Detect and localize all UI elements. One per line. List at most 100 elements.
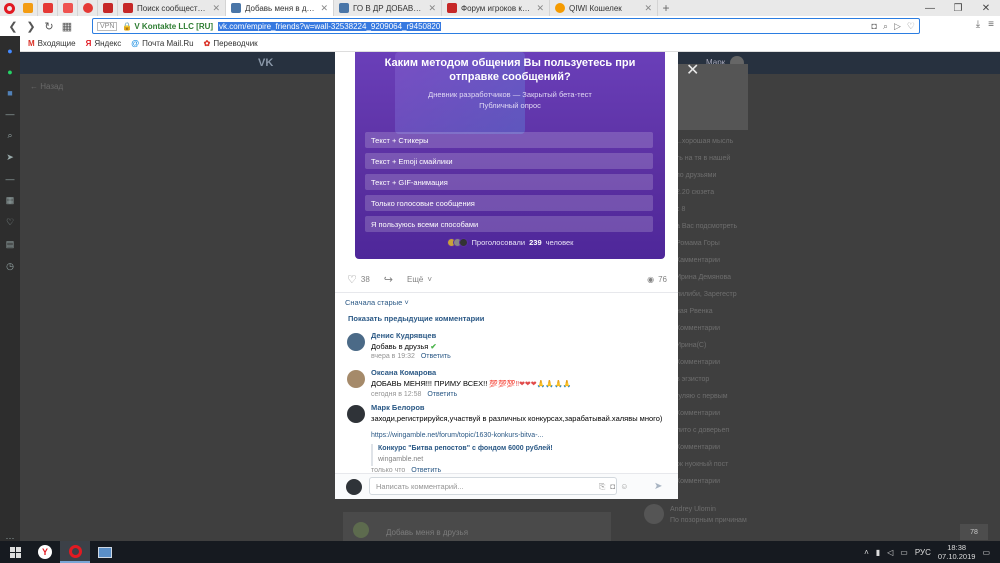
tray-chevron-icon[interactable]: ˄ [864,548,869,557]
reply-button[interactable]: Ответить [421,353,451,360]
security-indicator[interactable]: 🔒 V Kontakte LLC [RU] [122,22,213,31]
maximize-window-button[interactable]: ❐ [944,0,972,16]
like-button[interactable]: ♡ 38 [347,273,370,286]
emoji-icon[interactable]: ☺ [620,482,628,492]
speed-dial-icon[interactable]: ▦ [5,195,16,206]
whatsapp-icon[interactable]: ● [5,67,16,77]
taskbar-image-viewer[interactable] [90,541,120,563]
pinned-tab[interactable] [38,0,58,16]
new-tab-button[interactable]: + [658,0,674,16]
opera-menu-button[interactable] [0,0,18,16]
comment-time[interactable]: сегодня в 12:58 [371,391,421,398]
reply-button[interactable]: Ответить [427,391,457,398]
share-button[interactable]: ↪ [384,273,393,286]
vk-icon[interactable]: ■ [5,88,16,98]
poll-option[interactable]: Только голосовые сообщения [365,195,653,211]
browser-tab-active[interactable]: Добавь меня в друзья ✕ [226,0,334,16]
comments-sort-dropdown[interactable]: Сначала старые ˅ [345,298,409,307]
bookmarks-bar: M Входящие Я Яндекс @ Почта Mail.Ru ✿ Пе… [0,36,1000,52]
chat-notification-badge[interactable]: 78 [960,524,988,540]
more-button[interactable]: Ещё ˅ [407,275,432,284]
tab-close-icon[interactable]: ✕ [536,3,544,14]
pinned-tab[interactable] [58,0,78,16]
show-previous-comments-link[interactable]: Показать предыдущие комментарии [348,314,484,323]
send-icon[interactable]: ➤ [654,481,662,492]
windows-taskbar: Y ˄ ▮ ◁ ▭ РУС 18:38 07.10.2019 ▭ [0,541,1000,563]
messenger-icon[interactable]: ● [5,46,16,56]
bookmark-icon[interactable]: ♡ [907,21,915,32]
tab-close-icon[interactable]: ✕ [644,3,652,14]
comment-avatar[interactable] [347,333,365,351]
comment-input[interactable]: Написать комментарий... [369,477,617,495]
back-link[interactable]: ← Назад [30,82,63,91]
poll-voters[interactable]: Проголосовали 239 человек [355,238,665,247]
bookmark-item[interactable]: Я Яндекс [86,39,122,48]
attach-icon[interactable]: ⎘ [599,482,605,492]
url-input[interactable]: VPN 🔒 V Kontakte LLC [RU] vk.com/empire_… [92,18,920,34]
news-icon[interactable]: ▤ [5,239,16,250]
history-icon[interactable]: ◷ [5,261,16,272]
browser-tab[interactable]: Поиск сообщесто по загол ✕ [118,0,226,16]
tab-title: ГО В ДР ДОБАВЬ В ДРУЗЬЯ [353,3,424,13]
camera-icon[interactable]: ◘ [610,482,615,492]
bookmark-item[interactable]: M Входящие [28,39,76,48]
vpn-badge[interactable]: VPN [97,21,118,31]
comment-avatar[interactable] [347,370,365,388]
reload-icon[interactable]: ↻ [42,19,56,33]
close-window-button[interactable]: ✕ [972,0,1000,16]
notifications-icon[interactable]: ▭ [982,548,990,557]
extensions-icon[interactable]: ≡ [988,19,994,30]
comment-author[interactable]: Денис Кудрявцев [371,331,671,341]
clock[interactable]: 18:38 07.10.2019 [938,543,976,561]
voted-count: 239 [529,238,542,247]
battery-icon[interactable]: ▭ [900,548,908,557]
search-icon[interactable]: ⌕ [5,130,16,141]
close-modal-icon[interactable]: ✕ [686,60,699,80]
heart-icon[interactable]: ♡ [5,217,16,228]
bookmark-item[interactable]: @ Почта Mail.Ru [131,39,193,48]
poll-option[interactable]: Я пользуюсь всеми способами [365,216,653,232]
poll-option[interactable]: Текст + GIF-анимация [365,174,653,190]
url-text[interactable]: vk.com/empire_friends?w=wall-32538224_92… [218,21,442,31]
voter-avatar [458,238,468,247]
comment-author[interactable]: Оксана Комарова [371,368,671,378]
browser-tab[interactable]: ГО В ДР ДОБАВЬ В ДРУЗЬЯ ✕ [334,0,442,16]
gmail-icon: M [28,39,35,48]
link-preview-title[interactable]: Конкурс "Битва репостов" с фондом 6000 р… [378,444,671,454]
tab-close-icon[interactable]: ✕ [212,3,220,14]
send-icon[interactable]: ➤ [5,152,16,163]
forward-icon[interactable]: ❯ [24,19,38,33]
taskbar-yandex-browser[interactable]: Y [30,541,60,563]
volume-icon[interactable]: ◁ [887,548,893,557]
pinned-tab[interactable] [18,0,38,16]
back-icon[interactable]: ❮ [6,19,20,33]
zoom-icon[interactable]: ⌕ [883,21,888,32]
network-icon[interactable]: ▮ [876,548,880,557]
comment-time[interactable]: вчера в 19:32 [371,353,415,360]
pinned-tab[interactable] [78,0,98,16]
comment-text-content: Добавь в друзья [371,342,429,351]
taskbar-opera[interactable] [60,541,90,563]
link-preview-card[interactable]: Конкурс "Битва репостов" с фондом 6000 р… [371,444,671,466]
comment-avatar[interactable] [347,405,365,423]
language-indicator[interactable]: РУС [915,548,931,557]
tabs-grid-icon[interactable]: ▦ [60,19,74,33]
browser-tab[interactable]: QIWI Кошелек ✕ [550,0,658,16]
download-icon[interactable]: ⤓ [976,19,980,30]
poll-option[interactable]: Текст + Emoji смайлики [365,153,653,169]
camera-icon[interactable]: ◘ [872,21,877,32]
start-button[interactable] [0,541,30,563]
play-icon[interactable]: ▷ [894,21,901,32]
comment-author[interactable]: Марк Белоров [371,403,671,413]
tab-close-icon[interactable]: ✕ [320,3,328,14]
tab-close-icon[interactable]: ✕ [428,3,436,14]
browser-tab[interactable]: Форум игроков казино - ✕ [442,0,550,16]
bookmark-item[interactable]: ✿ Переводчик [204,39,258,48]
background-right-item: Комментарии [676,444,721,451]
translate-icon: ✿ [203,39,211,48]
minimize-window-button[interactable]: — [916,0,944,16]
pinned-tab[interactable] [98,0,118,16]
vk-logo[interactable]: VK [258,57,273,69]
poll-option[interactable]: Текст + Стикеры [365,132,653,148]
comment-link-url[interactable]: https://wingamble.net/forum/topic/1630-k… [371,430,671,442]
